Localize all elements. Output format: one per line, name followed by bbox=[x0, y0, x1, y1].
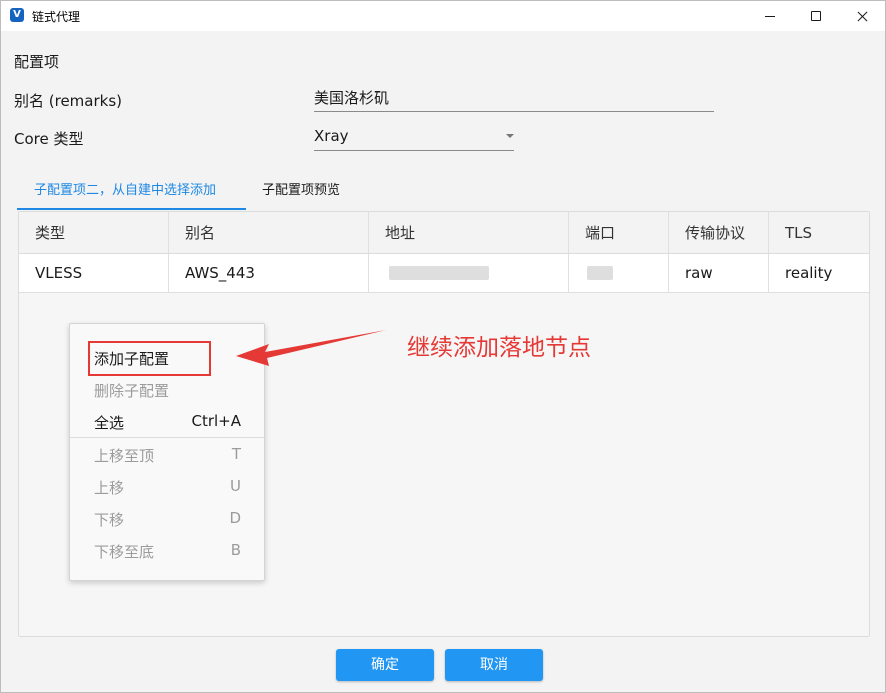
cell-tls: reality bbox=[785, 264, 833, 282]
core-type-select[interactable]: Xray bbox=[314, 125, 514, 151]
menu-item-label: 上移 bbox=[94, 479, 125, 497]
maximize-button[interactable] bbox=[793, 1, 839, 31]
cell-address-redacted bbox=[369, 254, 569, 292]
menu-item-move-top[interactable]: 上移至顶 T bbox=[70, 439, 264, 469]
menu-item-shortcut: Ctrl+A bbox=[191, 412, 241, 430]
close-button[interactable] bbox=[839, 1, 885, 31]
core-type-label: Core 类型 bbox=[14, 130, 84, 148]
tab-sub-config-select[interactable]: 子配置项二，从自建中选择添加 bbox=[34, 179, 216, 198]
ok-button[interactable]: 确定 bbox=[336, 649, 434, 681]
column-header-tls[interactable]: TLS bbox=[769, 212, 869, 253]
chain-proxy-window: V 链式代理 配置项 别名 (remarks) 美国洛杉矶 Core 类型 Xr… bbox=[0, 0, 886, 693]
menu-item-move-bottom[interactable]: 下移至底 B bbox=[70, 535, 264, 565]
menu-item-shortcut: U bbox=[230, 477, 241, 495]
menu-item-label: 下移至底 bbox=[94, 543, 155, 561]
cell-port-redacted bbox=[569, 254, 669, 292]
menu-item-remove-sub-config[interactable]: 删除子配置 bbox=[70, 374, 264, 404]
minimize-button[interactable] bbox=[747, 1, 793, 31]
menu-item-label: 全选 bbox=[94, 414, 125, 432]
menu-item-label: 下移 bbox=[94, 511, 125, 529]
menu-item-label: 删除子配置 bbox=[94, 382, 170, 400]
annotation-text: 继续添加落地节点 bbox=[407, 335, 591, 361]
close-icon bbox=[857, 11, 868, 22]
dropdown-arrow-icon bbox=[506, 134, 514, 138]
cell-remarks: AWS_443 bbox=[169, 254, 369, 292]
cell-type: VLESS bbox=[19, 254, 169, 292]
column-header-type[interactable]: 类型 bbox=[19, 212, 169, 253]
column-header-network[interactable]: 传输协议 bbox=[669, 212, 769, 253]
core-type-value: Xray bbox=[314, 127, 349, 145]
menu-item-label: 上移至顶 bbox=[94, 447, 155, 465]
cancel-button[interactable]: 取消 bbox=[445, 649, 543, 681]
menu-item-move-up[interactable]: 上移 U bbox=[70, 471, 264, 501]
menu-item-shortcut: D bbox=[229, 509, 241, 527]
remarks-label: 别名 (remarks) bbox=[14, 92, 123, 110]
menu-item-shortcut: T bbox=[231, 445, 241, 463]
table-header-row: 类型 别名 地址 端口 传输协议 TLS bbox=[19, 212, 869, 254]
column-header-port[interactable]: 端口 bbox=[569, 212, 669, 253]
table-row[interactable]: VLESS AWS_443 raw reality bbox=[19, 254, 869, 293]
title-bar[interactable]: V 链式代理 bbox=[1, 1, 885, 31]
section-title: 配置项 bbox=[14, 53, 60, 71]
maximize-icon bbox=[811, 11, 821, 21]
menu-item-shortcut: B bbox=[230, 541, 241, 559]
annotation-arrow-icon bbox=[236, 330, 386, 366]
highlight-box bbox=[88, 341, 211, 376]
column-header-address[interactable]: 地址 bbox=[369, 212, 569, 253]
redacted-blur bbox=[389, 266, 489, 280]
column-header-remarks[interactable]: 别名 bbox=[169, 212, 369, 253]
arrow-shape bbox=[236, 330, 386, 366]
tab-sub-config-preview[interactable]: 子配置项预览 bbox=[262, 179, 340, 198]
app-logo-icon: V bbox=[10, 8, 24, 22]
menu-item-move-down[interactable]: 下移 D bbox=[70, 503, 264, 533]
minimize-icon bbox=[765, 15, 775, 17]
window-title: 链式代理 bbox=[32, 10, 81, 24]
active-tab-indicator bbox=[17, 208, 246, 210]
redacted-blur bbox=[587, 266, 613, 280]
menu-separator bbox=[70, 437, 264, 438]
remarks-input[interactable]: 美国洛杉矶 bbox=[314, 87, 714, 112]
cell-network: raw bbox=[669, 254, 769, 292]
menu-item-select-all[interactable]: 全选 Ctrl+A bbox=[70, 406, 264, 436]
